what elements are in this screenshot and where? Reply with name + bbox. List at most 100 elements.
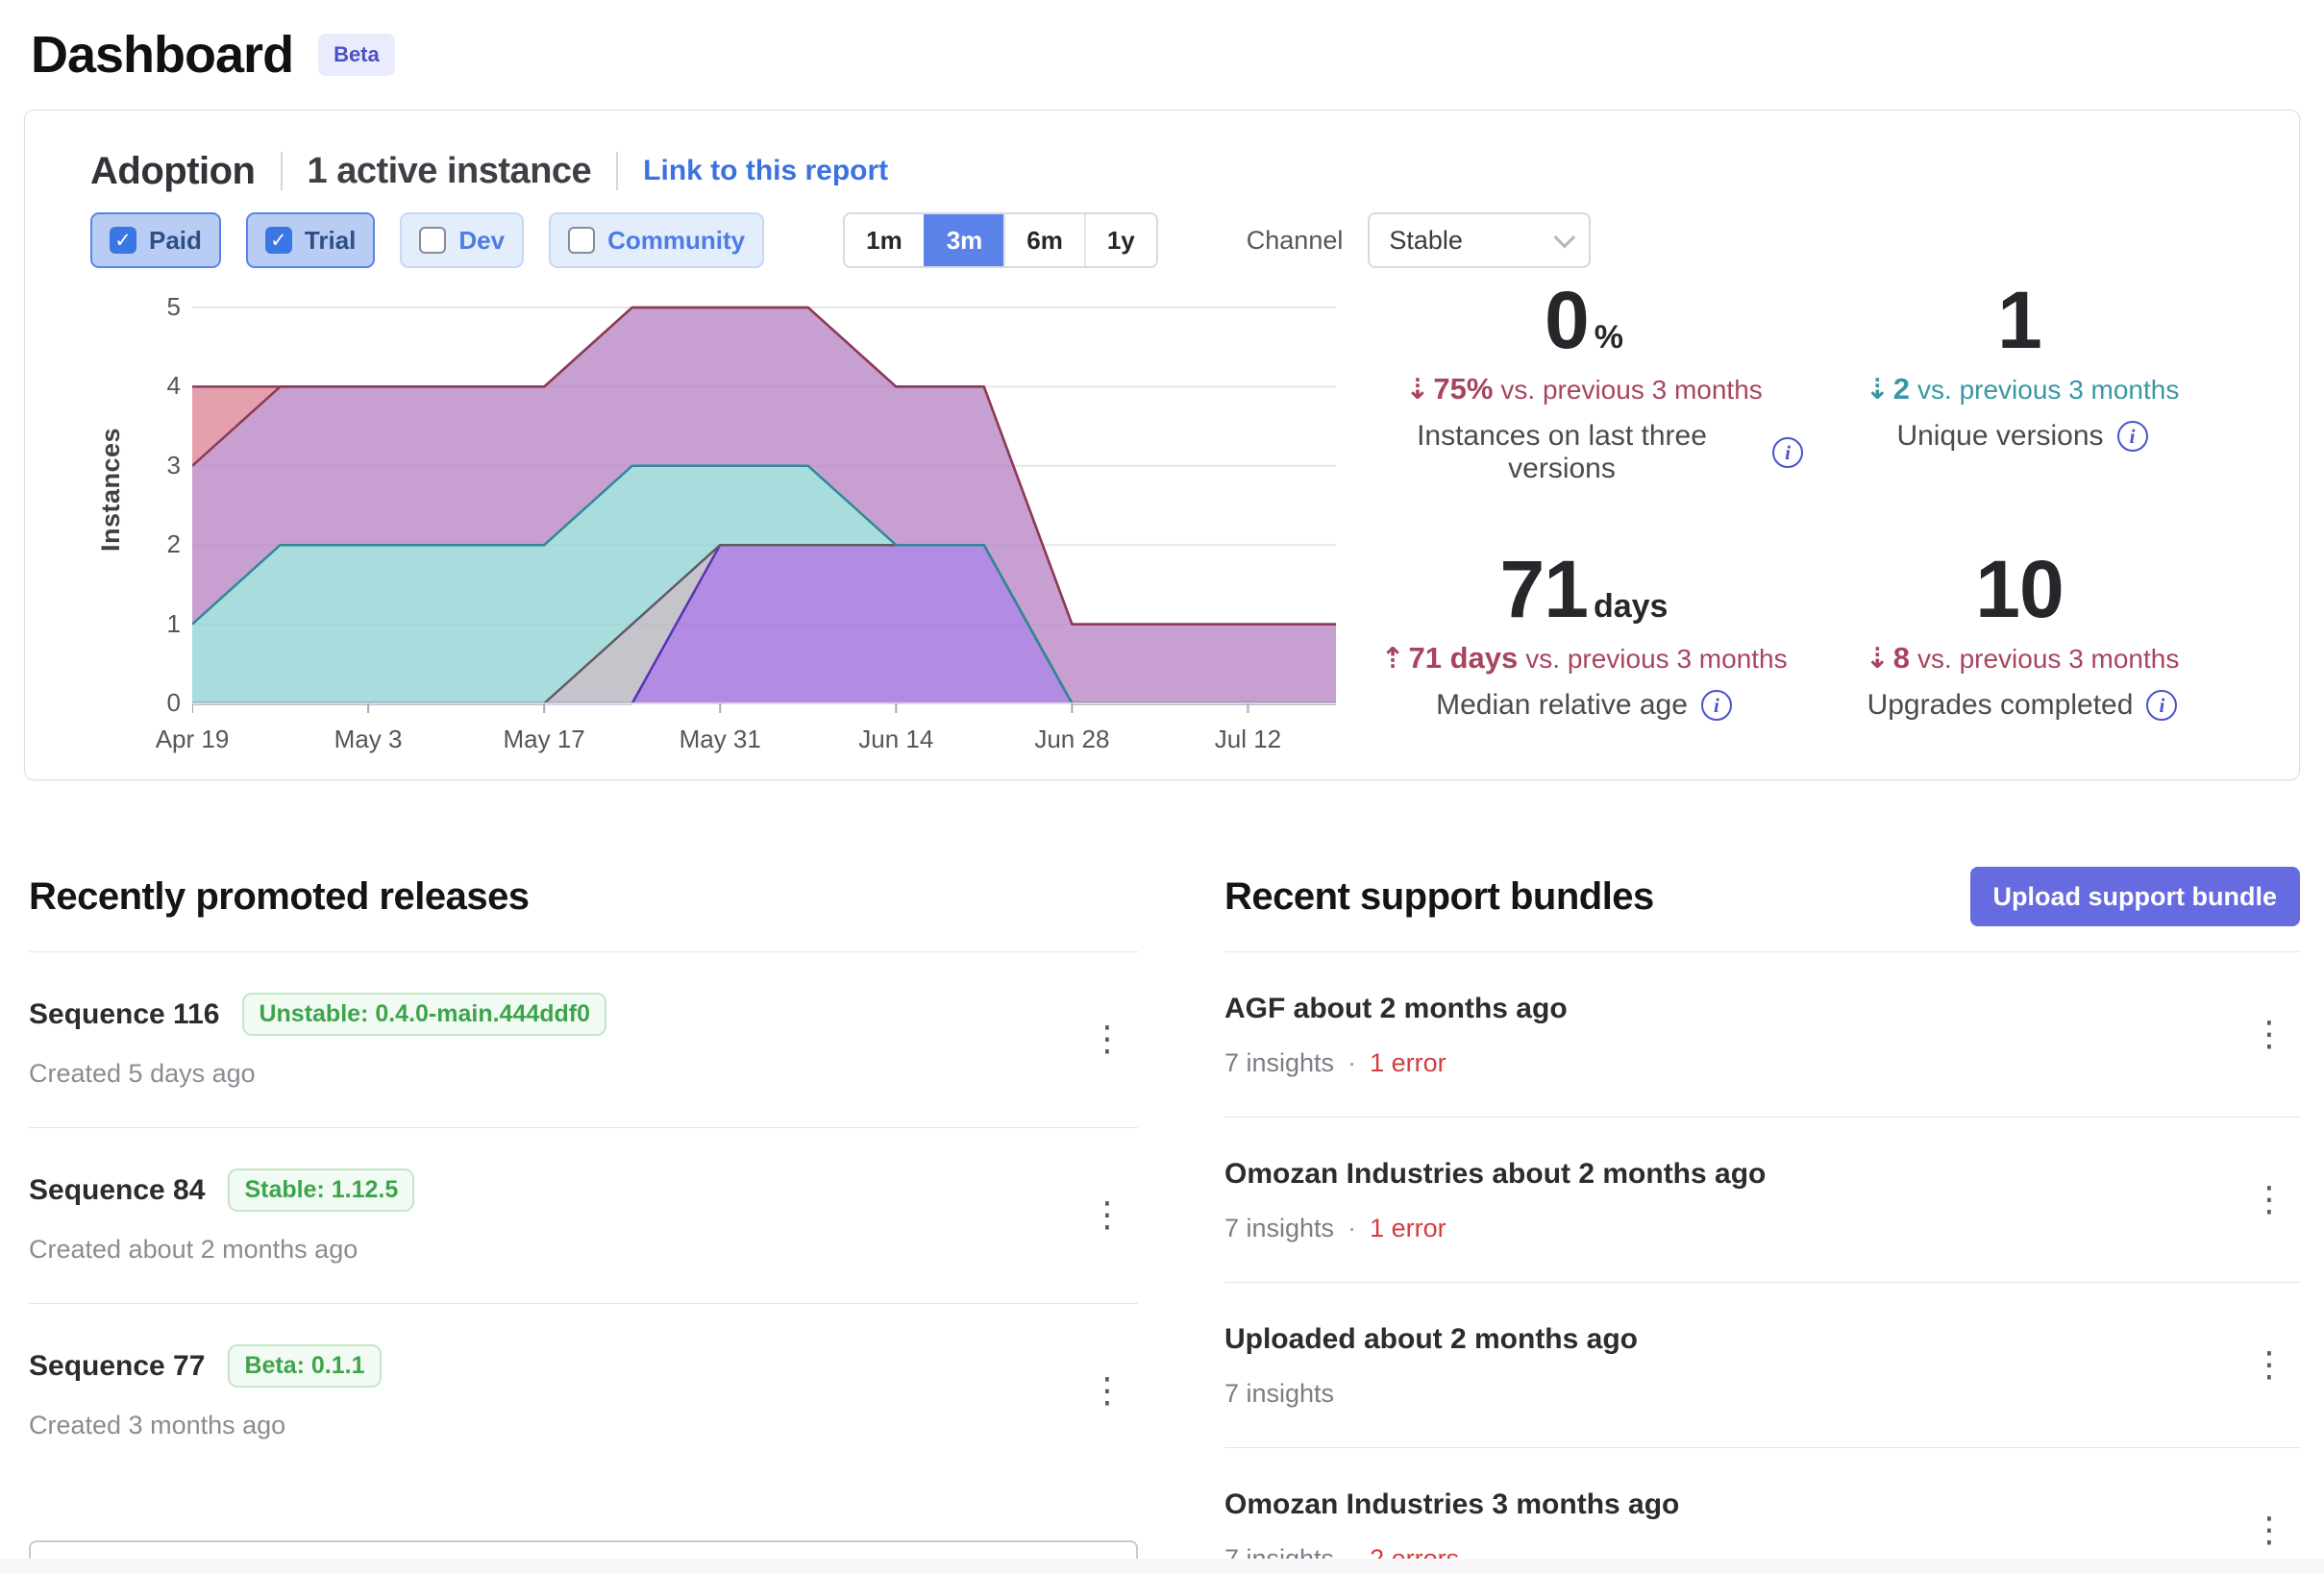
adoption-title: Adoption — [90, 150, 256, 193]
kebab-menu-icon[interactable]: ⋮ — [2244, 1175, 2294, 1225]
info-icon[interactable]: i — [1701, 690, 1732, 721]
range-6m-button[interactable]: 6m — [1003, 214, 1084, 266]
page-title: Dashboard — [31, 25, 293, 85]
y-axis-tick-label: 1 — [135, 609, 181, 639]
release-version-badge: Beta: 0.1.1 — [228, 1344, 381, 1388]
bundle-title: Omozan Industries about 2 months ago — [1224, 1158, 1766, 1191]
stat-upgrades-completed: 10 ⇣8vs. previous 3 months Upgrades comp… — [1803, 547, 2241, 722]
support-bundles-section: Recent support bundles Upload support bu… — [1224, 865, 2300, 1574]
stat-value: 10 — [1803, 547, 2241, 631]
link-to-this-report[interactable]: Link to this report — [643, 155, 888, 187]
release-row[interactable]: Sequence 116 Unstable: 0.4.0-main.444ddf… — [29, 951, 1138, 1127]
channel-label: Channel — [1247, 226, 1344, 256]
release-created: Created 5 days ago — [29, 1059, 256, 1089]
adoption-area-chart: 012345Apr 19May 3May 17May 31Jun 14Jun 2… — [192, 305, 1336, 785]
stat-value: 0% — [1365, 278, 1803, 362]
kebab-menu-icon[interactable]: ⋮ — [2244, 1506, 2294, 1556]
bundles-heading: Recent support bundles — [1224, 875, 1654, 919]
filter-paid[interactable]: ✓ Paid — [90, 212, 221, 268]
checkbox-unchecked-icon — [419, 227, 446, 254]
bundle-title: Omozan Industries 3 months ago — [1224, 1488, 1679, 1521]
adoption-card: Adoption 1 active instance Link to this … — [24, 110, 2300, 780]
x-axis-tick-label: May 3 — [334, 725, 403, 754]
info-icon[interactable]: i — [2117, 421, 2148, 452]
lower-columns: Recently promoted releases Sequence 116 … — [0, 865, 2324, 1574]
adoption-card-header: Adoption 1 active instance Link to this … — [90, 147, 2253, 195]
bundle-row[interactable]: AGF about 2 months ago 7 insights · 1 er… — [1224, 951, 2300, 1117]
release-created: Created 3 months ago — [29, 1411, 285, 1440]
stat-unit: % — [1595, 319, 1623, 356]
stat-label: Upgrades completed — [1867, 689, 2134, 722]
filter-label: Trial — [305, 226, 356, 256]
x-axis-tick-label: Apr 19 — [156, 725, 230, 754]
stat-unit: days — [1594, 588, 1669, 625]
release-title: Sequence 77 — [29, 1350, 205, 1383]
bundle-row[interactable]: Omozan Industries about 2 months ago 7 i… — [1224, 1117, 2300, 1282]
bundle-title: AGF about 2 months ago — [1224, 993, 1568, 1025]
release-created: Created about 2 months ago — [29, 1235, 358, 1265]
kebab-menu-icon[interactable]: ⋮ — [1082, 1191, 1132, 1241]
kebab-menu-icon[interactable]: ⋮ — [1082, 1366, 1132, 1416]
range-1y-button[interactable]: 1y — [1084, 214, 1156, 266]
bundle-title: Uploaded about 2 months ago — [1224, 1323, 1638, 1356]
release-version-badge: Unstable: 0.4.0-main.444ddf0 — [242, 993, 606, 1036]
bundle-insights: 7 insights — [1224, 1048, 1334, 1078]
kebab-menu-icon[interactable]: ⋮ — [1082, 1015, 1132, 1065]
divider — [616, 152, 618, 190]
chart-and-stats: Instances 012345Apr 19May 3May 17May 31J… — [90, 278, 2253, 785]
range-3m-button[interactable]: 3m — [924, 214, 1004, 266]
y-axis-tick-label: 3 — [135, 451, 181, 480]
checkbox-checked-icon: ✓ — [265, 227, 292, 254]
channel-selected-value: Stable — [1389, 226, 1463, 256]
chevron-down-icon — [1554, 227, 1576, 249]
release-row[interactable]: Sequence 77 Beta: 0.1.1 Created 3 months… — [29, 1303, 1138, 1479]
beta-badge: Beta — [318, 34, 395, 76]
separator-dot: · — [1347, 1048, 1356, 1078]
next-section-edge — [0, 1559, 2324, 1574]
releases-heading: Recently promoted releases — [29, 875, 530, 919]
kebab-menu-icon[interactable]: ⋮ — [2244, 1340, 2294, 1390]
upload-support-bundle-button[interactable]: Upload support bundle — [1970, 867, 2300, 926]
checkbox-unchecked-icon — [568, 227, 595, 254]
bundle-row[interactable]: Uploaded about 2 months ago 7 insights ⋮ — [1224, 1282, 2300, 1447]
stat-label: Instances on last three versions — [1365, 420, 1759, 485]
filter-dev[interactable]: Dev — [400, 212, 524, 268]
x-axis-tick-label: May 31 — [680, 725, 761, 754]
filter-label: Paid — [149, 226, 202, 256]
stat-unique-versions: 1 ⇣2vs. previous 3 months Unique version… — [1803, 278, 2241, 485]
stat-value: 1 — [1803, 278, 2241, 362]
active-instance-count: 1 active instance — [308, 151, 592, 192]
channel-select[interactable]: Stable — [1368, 212, 1591, 268]
stat-value: 71days — [1365, 547, 1803, 631]
release-row[interactable]: Sequence 84 Stable: 1.12.5 Created about… — [29, 1127, 1138, 1303]
divider — [281, 152, 283, 190]
stat-delta: ⇣8vs. previous 3 months — [1803, 641, 2241, 676]
stat-label: Unique versions — [1896, 420, 2103, 453]
range-1m-button[interactable]: 1m — [845, 214, 924, 266]
checkbox-checked-icon: ✓ — [110, 227, 136, 254]
releases-section: Recently promoted releases Sequence 116 … — [29, 865, 1138, 1574]
bundle-row[interactable]: Omozan Industries 3 months ago 7 insight… — [1224, 1447, 2300, 1574]
stat-instances-last-three-versions: 0% ⇣75%vs. previous 3 months Instances o… — [1365, 278, 1803, 485]
bundle-insights: 7 insights — [1224, 1214, 1334, 1243]
x-axis-tick-label: Jun 28 — [1034, 725, 1109, 754]
filter-label: Community — [607, 226, 745, 256]
stat-label: Median relative age — [1436, 689, 1688, 722]
y-axis-tick-label: 5 — [135, 292, 181, 322]
x-axis-tick-label: Jun 14 — [858, 725, 933, 754]
time-range-segmented-control: 1m 3m 6m 1y — [843, 212, 1158, 268]
release-title: Sequence 84 — [29, 1174, 205, 1207]
info-icon[interactable]: i — [2146, 690, 2177, 721]
info-icon[interactable]: i — [1772, 437, 1803, 468]
y-axis-title: Instances — [97, 427, 127, 551]
kebab-menu-icon[interactable]: ⋮ — [2244, 1010, 2294, 1060]
filter-label: Dev — [458, 226, 505, 256]
filter-trial[interactable]: ✓ Trial — [246, 212, 375, 268]
trend-down-icon: ⇣ — [1405, 373, 1429, 406]
filters-row: ✓ Paid ✓ Trial Dev Community 1m 3m 6m 1y — [90, 212, 2253, 268]
filter-community[interactable]: Community — [549, 212, 764, 268]
y-axis-tick-label: 2 — [135, 529, 181, 559]
release-version-badge: Stable: 1.12.5 — [228, 1168, 414, 1212]
trend-down-icon: ⇣ — [1866, 373, 1890, 406]
bundle-errors: 1 error — [1370, 1214, 1446, 1243]
